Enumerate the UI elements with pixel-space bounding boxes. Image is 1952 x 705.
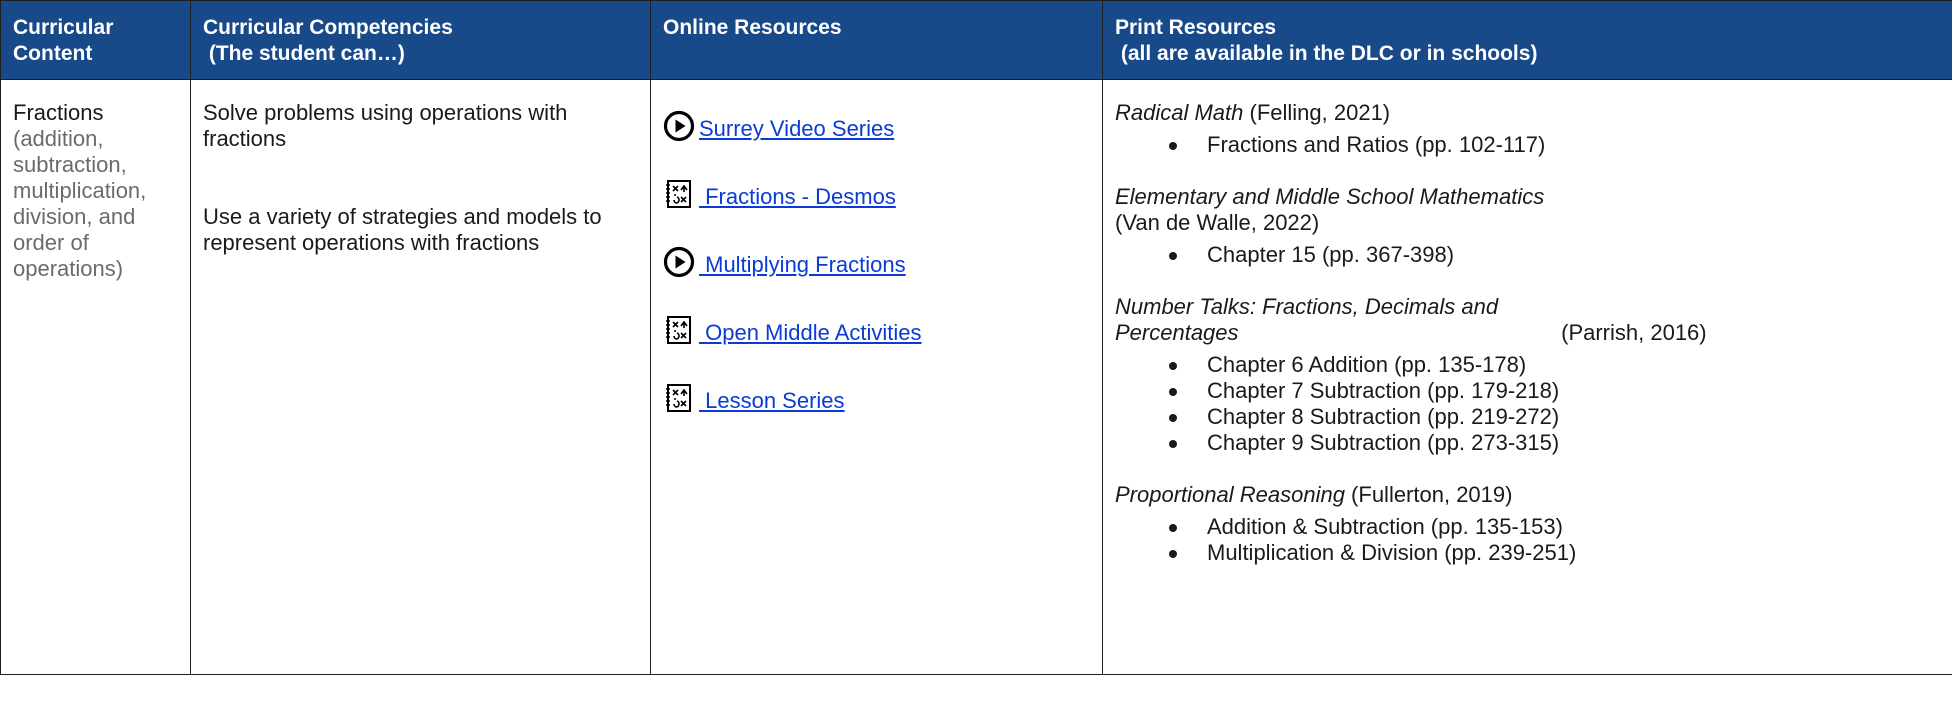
list-item: Fractions and Ratios (pp. 102-117) <box>1115 132 1940 158</box>
chapter-list: Chapter 6 Addition (pp. 135-178) Chapter… <box>1115 352 1940 456</box>
resource-item-lesson-series[interactable]: Lesson Series <box>663 378 1090 414</box>
chapter-list: Addition & Subtraction (pp. 135-153) Mul… <box>1115 514 1940 566</box>
list-item: Chapter 7 Subtraction (pp. 179-218) <box>1115 378 1940 404</box>
book-title: Number Talks: Fractions, Decimals and Pe… <box>1115 294 1499 345</box>
competencies-cell: Solve problems using operations with fra… <box>190 79 651 675</box>
print-resource-number-talks: Number Talks: Fractions, Decimals and Pe… <box>1115 294 1940 456</box>
math-activity-icon <box>666 384 691 412</box>
list-item: Chapter 9 Subtraction (pp. 273-315) <box>1115 430 1940 456</box>
header-curricular-competencies: Curricular Competencies (The student can… <box>190 0 651 80</box>
book-citation: (Fullerton, 2019) <box>1344 482 1513 507</box>
header-online-resources: Online Resources <box>650 0 1103 80</box>
page: Curricular Content Curricular Competenci… <box>0 0 1952 705</box>
print-resources-cell: Radical Math (Felling, 2021) Fractions a… <box>1102 79 1952 675</box>
online-resources-cell: Surrey Video Series Fractions - Desmos M… <box>650 79 1103 675</box>
header-text: (all are available in the DLC or in scho… <box>1115 42 1538 65</box>
curriculum-table: Curricular Content Curricular Competenci… <box>0 0 1952 675</box>
resource-item-open-middle-activities[interactable]: Open Middle Activities <box>663 310 1090 346</box>
open-middle-activities-link[interactable]: Open Middle Activities <box>699 320 921 346</box>
book-title: Proportional Reasoning <box>1115 482 1345 507</box>
header-row: Curricular Content Curricular Competenci… <box>0 0 1952 80</box>
chapter-list: Fractions and Ratios (pp. 102-117) <box>1115 132 1940 158</box>
play-circle-icon <box>663 246 695 278</box>
header-text: Curricular Competencies <box>203 16 453 39</box>
table-row: Fractions (addition, subtraction, multip… <box>0 79 1952 675</box>
header-text: Curricular <box>13 16 114 39</box>
competency-item: Solve problems using operations with fra… <box>203 100 568 151</box>
header-text: Content <box>13 42 93 65</box>
multiplying-fractions-link[interactable]: Multiplying Fractions <box>699 252 906 278</box>
print-resource-radical-math: Radical Math (Felling, 2021) Fractions a… <box>1115 100 1940 158</box>
content-detail: (addition, subtraction, multiplication, … <box>13 126 147 281</box>
content-cell: Fractions (addition, subtraction, multip… <box>0 79 191 675</box>
list-item: Chapter 8 Subtraction (pp. 219-272) <box>1115 404 1940 430</box>
surrey-video-series-link[interactable]: Surrey Video Series <box>699 116 894 142</box>
competency-item: Use a variety of strategies and models t… <box>203 204 602 255</box>
content-topic: Fractions <box>13 100 104 125</box>
book-citation: (Parrish, 2016) <box>1555 320 1707 345</box>
header-text: Online Resources <box>663 16 842 39</box>
book-title: Elementary and Middle School Mathematics <box>1115 184 1545 209</box>
header-curricular-content: Curricular Content <box>0 0 191 80</box>
list-item: Addition & Subtraction (pp. 135-153) <box>1115 514 1940 540</box>
print-resource-elementary-middle-math: Elementary and Middle School Mathematics… <box>1115 184 1940 268</box>
book-title: Radical Math <box>1115 100 1244 125</box>
resource-item-multiplying-fractions[interactable]: Multiplying Fractions <box>663 242 1090 278</box>
book-citation: (Van de Walle, 2022) <box>1115 210 1320 235</box>
print-resource-proportional-reasoning: Proportional Reasoning (Fullerton, 2019)… <box>1115 482 1940 566</box>
resource-item-fractions-desmos[interactable]: Fractions - Desmos <box>663 174 1090 210</box>
lesson-series-link[interactable]: Lesson Series <box>699 388 844 414</box>
header-text: (The student can…) <box>203 42 405 65</box>
math-activity-icon <box>666 180 691 208</box>
chapter-list: Chapter 15 (pp. 367-398) <box>1115 242 1940 268</box>
play-circle-icon <box>663 110 695 142</box>
list-item: Multiplication & Division (pp. 239-251) <box>1115 540 1647 566</box>
header-print-resources: Print Resources (all are available in th… <box>1102 0 1952 80</box>
fractions-desmos-link[interactable]: Fractions - Desmos <box>699 184 896 210</box>
list-item: Chapter 15 (pp. 367-398) <box>1115 242 1940 268</box>
list-item: Chapter 6 Addition (pp. 135-178) <box>1115 352 1940 378</box>
book-citation: (Felling, 2021) <box>1243 100 1391 125</box>
math-activity-icon <box>666 316 691 344</box>
header-text: Print Resources <box>1115 16 1277 39</box>
resource-item-surrey-video-series[interactable]: Surrey Video Series <box>663 106 1090 142</box>
